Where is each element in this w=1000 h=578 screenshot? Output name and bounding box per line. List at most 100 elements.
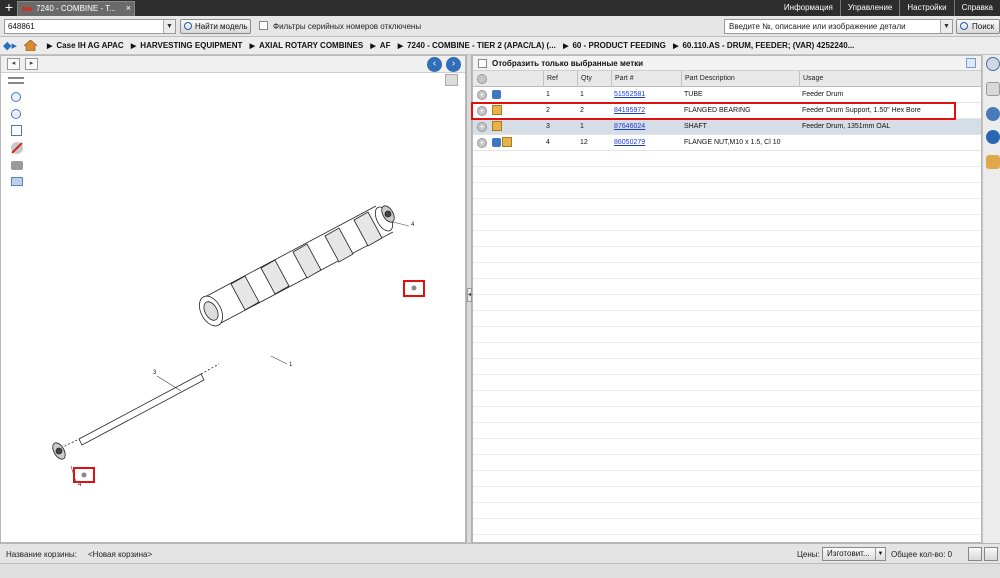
breadcrumb-path: ▶ Case IH AG APAC ▶ HARVESTING EQUIPMENT ▶… — [47, 41, 855, 50]
expand-all-icon[interactable] — [477, 74, 487, 84]
tab-label: 7240 - COMBINE - T... — [36, 4, 116, 13]
previous-drawing-icon[interactable]: ‹ — [427, 57, 442, 72]
info-icon[interactable] — [986, 130, 1000, 144]
package-icon[interactable] — [502, 137, 512, 147]
breadcrumb-item[interactable]: 7240 - COMBINE - TIER 2 (APAC/LA) (... — [407, 41, 556, 50]
table-row[interactable]: + 4 12 86050279 FLANGE NUT,M10 x 1.5, Cl… — [473, 135, 981, 151]
row-usage: Feeder Drum Support, 1.50" Hex Bore — [802, 107, 921, 114]
row-description: TUBE — [684, 91, 703, 98]
breadcrumb-item[interactable]: 60.110.AS - DRUM, FEEDER; (VAR) 4252240.… — [682, 41, 854, 50]
expand-row-icon[interactable]: + — [477, 122, 487, 132]
search-icon[interactable] — [986, 57, 1000, 71]
column-qty[interactable]: Qty — [577, 71, 611, 87]
table-row[interactable]: + 1 1 51552581 TUBE Feeder Drum — [473, 87, 981, 103]
expand-row-icon[interactable]: + — [477, 90, 487, 100]
columns-settings-icon[interactable] — [966, 58, 976, 68]
last-page-icon[interactable]: ▸ — [25, 58, 38, 70]
package-icon[interactable] — [492, 121, 502, 131]
export-cart-icon[interactable] — [984, 547, 998, 561]
prices-dropdown[interactable]: Изготовит... ▼ — [822, 547, 886, 561]
part-number-link[interactable]: 84195972 — [614, 107, 645, 114]
first-page-icon[interactable]: ◂ — [7, 58, 20, 70]
model-select-value: 648861 — [8, 22, 35, 31]
parts-table-header: Ref Qty Part # Part Description Usage — [473, 71, 981, 87]
row-qty: 1 — [580, 91, 584, 98]
top-menu: Информация Управление Настройки Справка — [777, 0, 1000, 16]
menu-item-info[interactable]: Информация — [777, 0, 840, 16]
row-ref: 2 — [546, 107, 550, 114]
menu-item-help[interactable]: Справка — [953, 0, 1000, 16]
breadcrumb-item[interactable]: HARVESTING EQUIPMENT — [140, 41, 242, 50]
menu-item-settings[interactable]: Настройки — [899, 0, 953, 16]
column-part-number[interactable]: Part # — [611, 71, 681, 87]
drawing-corner-button[interactable] — [445, 74, 458, 86]
table-row[interactable]: + 2 2 84195972 FLANGED BEARING Feeder Dr… — [473, 103, 981, 119]
chevron-down-icon[interactable]: ▼ — [875, 548, 885, 560]
row-description: FLANGED BEARING — [684, 107, 751, 114]
chevron-down-icon[interactable]: ▼ — [163, 20, 175, 33]
row-qty: 2 — [580, 107, 584, 114]
table-row[interactable]: + 3 1 87646024 SHAFT Feeder Drum, 1351mm… — [473, 119, 981, 135]
column-ref[interactable]: Ref — [543, 71, 577, 87]
show-selected-checkbox[interactable] — [478, 59, 487, 68]
fit-to-window-icon[interactable] — [11, 125, 22, 136]
info-icon[interactable] — [492, 90, 501, 99]
expand-row-icon[interactable]: + — [477, 138, 487, 148]
prices-dropdown-value: Изготовит... — [827, 549, 870, 558]
cart-name-value[interactable]: <Новая корзина> — [88, 550, 152, 559]
globe-icon[interactable] — [986, 107, 1000, 121]
total-quantity: Общее кол-во: 0 — [891, 550, 953, 559]
search-button[interactable]: Поиск — [956, 19, 1000, 34]
package-icon[interactable] — [492, 105, 502, 115]
serial-filter-label: Фильтры серийных номеров отключены — [273, 22, 422, 31]
serial-filter-checkbox[interactable] — [259, 21, 268, 30]
printer-icon[interactable] — [11, 161, 23, 170]
row-qty: 1 — [580, 123, 584, 130]
drawing-viewer: ◂ ▸ ‹ › 4 3 1 4 — [0, 55, 466, 543]
breadcrumb: ◆▸ ▶ Case IH AG APAC ▶ HARVESTING EQUIPMEN… — [0, 37, 1000, 55]
column-description[interactable]: Part Description — [681, 71, 799, 87]
breadcrumb-item[interactable]: AF — [380, 41, 391, 50]
part-number-link[interactable]: 51552581 — [614, 91, 645, 98]
feeder-drum-part[interactable] — [195, 204, 397, 330]
part-number-link[interactable]: 86050279 — [614, 139, 645, 146]
next-drawing-icon[interactable]: › — [446, 57, 461, 72]
flange-nut-part[interactable] — [81, 472, 87, 478]
breadcrumb-item[interactable]: AXIAL ROTARY COMBINES — [259, 41, 363, 50]
model-select[interactable]: 648861 ▼ — [4, 19, 176, 34]
home-icon[interactable] — [24, 40, 37, 51]
breadcrumb-item[interactable]: Case IH AG APAC — [56, 41, 123, 50]
find-model-button[interactable]: Найти модель — [180, 19, 251, 34]
search-dropdown-icon[interactable]: ▼ — [940, 20, 952, 33]
flange-nut-part[interactable] — [411, 285, 417, 291]
info-icon[interactable] — [492, 138, 501, 147]
find-model-label: Найти модель — [195, 22, 248, 31]
expand-row-icon[interactable]: + — [477, 106, 487, 116]
breadcrumb-item[interactable]: 60 - PRODUCT FEEDING — [572, 41, 665, 50]
mail-icon[interactable] — [11, 177, 23, 186]
tab-combine[interactable]: 7240 - COMBINE - T... × — [17, 1, 135, 16]
exploded-parts-drawing[interactable]: 4 3 1 4 — [31, 186, 451, 486]
column-usage[interactable]: Usage — [799, 71, 981, 87]
tab-close-icon[interactable]: × — [126, 3, 131, 13]
search-placeholder: Введите №, описание или изображение дета… — [729, 22, 906, 31]
document-icon[interactable] — [986, 82, 1000, 96]
shaft-part[interactable] — [60, 363, 220, 449]
search-button-label: Поиск — [972, 22, 995, 31]
row-ref: 3 — [546, 123, 550, 130]
copy-cart-icon[interactable] — [968, 547, 982, 561]
menu-item-management[interactable]: Управление — [839, 0, 899, 16]
clear-selection-icon[interactable] — [11, 142, 23, 154]
zoom-in-icon[interactable] — [11, 92, 21, 102]
zoom-out-icon[interactable] — [11, 109, 21, 119]
row-description: FLANGE NUT,M10 x 1.5, Cl 10 — [684, 139, 781, 146]
new-tab-plus-icon[interactable]: + — [3, 0, 15, 16]
part-number-link[interactable]: 87646024 — [614, 123, 645, 130]
user-icon[interactable] — [986, 155, 1000, 169]
row-usage: Feeder Drum, 1351mm OAL — [802, 123, 891, 130]
back-arrow-icon[interactable]: ◆▸ — [3, 39, 17, 52]
cart-name-label: Название корзины: — [6, 550, 77, 559]
cart-bar: Название корзины: <Новая корзина> Цены: … — [0, 543, 1000, 563]
search-input[interactable]: Введите №, описание или изображение дета… — [724, 19, 953, 34]
menu-lines-icon[interactable] — [8, 77, 24, 84]
